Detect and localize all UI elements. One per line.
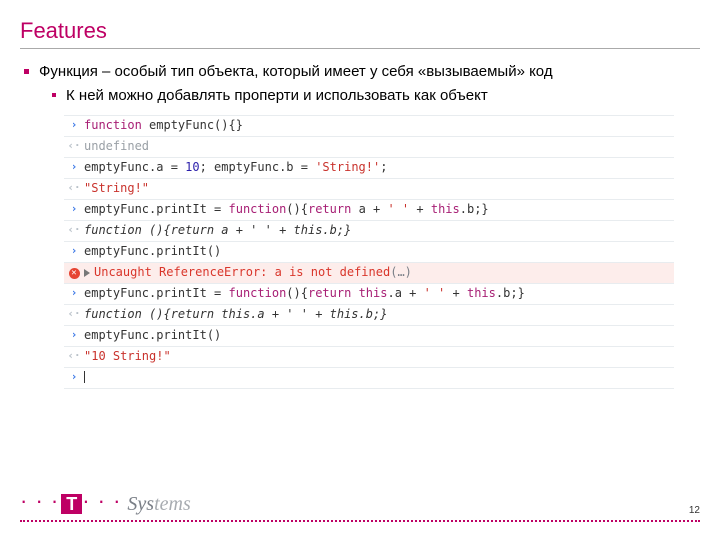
console-row-out: ‹·"String!" (64, 179, 674, 200)
console-line: emptyFunc.printIt() (84, 244, 670, 258)
logo-dots: · · · (20, 488, 59, 514)
footer: · · · T · · · Systems 12 (20, 510, 700, 522)
console-line (84, 370, 670, 384)
bullet-list: Функция – особый тип объекта, который им… (20, 61, 700, 107)
console-row-in: ›function emptyFunc(){} (64, 116, 674, 137)
console-line: emptyFunc.printIt = function(){return a … (84, 202, 670, 216)
console-row-out: ‹·function (){return this.a + ' ' + this… (64, 305, 674, 326)
console-line: "10 String!" (84, 349, 670, 363)
console-line: function (){return this.a + ' ' + this.b… (84, 307, 670, 321)
title-divider (20, 48, 700, 49)
logo: · · · T · · · Systems (20, 490, 191, 516)
prompt-in-icon: › (64, 118, 84, 131)
prompt-in-icon: › (64, 328, 84, 341)
console-line: undefined (84, 139, 670, 153)
console-row-prompt: › (64, 368, 674, 389)
console-output: ›function emptyFunc(){}‹·undefined›empty… (64, 115, 674, 389)
console-line: emptyFunc.a = 10; emptyFunc.b = 'String!… (84, 160, 670, 174)
console-line: "String!" (84, 181, 670, 195)
slide: Features Функция – особый тип объекта, к… (0, 0, 720, 540)
logo-t-icon: T (61, 494, 82, 514)
prompt-in-icon: › (64, 286, 84, 299)
prompt-in-icon: › (64, 202, 84, 215)
console-line: Uncaught ReferenceError: a is not define… (84, 265, 670, 279)
console-row-in: ›emptyFunc.printIt = function(){return a… (64, 200, 674, 221)
bullet-level-1: Функция – особый тип объекта, который им… (24, 61, 700, 83)
prompt-out-icon: ‹· (64, 139, 84, 152)
console-row-in: ›emptyFunc.printIt() (64, 326, 674, 347)
console-row-in: ›emptyFunc.printIt() (64, 242, 674, 263)
bullet-text: К ней можно добавлять проперти и использ… (66, 85, 488, 107)
console-row-out: ‹·function (){return a + ' ' + this.b;} (64, 221, 674, 242)
prompt-in-icon: › (64, 370, 84, 383)
logo-dots: · · · (82, 488, 121, 514)
console-line: emptyFunc.printIt = function(){return th… (84, 286, 670, 300)
console-row-out: ‹·"10 String!" (64, 347, 674, 368)
footer-dotted-line (20, 520, 700, 522)
logo-text: Systems (127, 493, 190, 516)
console-line: emptyFunc.printIt() (84, 328, 670, 342)
expand-triangle-icon (84, 269, 90, 277)
bullet-level-2: К ней можно добавлять проперти и использ… (52, 85, 700, 107)
bullet-marker-icon (52, 93, 56, 97)
console-line: function (){return a + ' ' + this.b;} (84, 223, 670, 237)
page-number: 12 (689, 505, 700, 516)
bullet-text: Функция – особый тип объекта, который им… (39, 61, 553, 83)
prompt-in-icon: › (64, 244, 84, 257)
prompt-out-icon: ‹· (64, 181, 84, 194)
console-row-in: ›emptyFunc.a = 10; emptyFunc.b = 'String… (64, 158, 674, 179)
prompt-out-icon: ‹· (64, 349, 84, 362)
page-title: Features (20, 18, 700, 44)
prompt-out-icon: ‹· (64, 223, 84, 236)
console-row-out: ‹·undefined (64, 137, 674, 158)
prompt-out-icon: ‹· (64, 307, 84, 320)
console-row-in: ›emptyFunc.printIt = function(){return t… (64, 284, 674, 305)
text-cursor-icon (84, 371, 85, 383)
bullet-marker-icon (24, 69, 29, 74)
console-row-err: ✕Uncaught ReferenceError: a is not defin… (64, 263, 674, 284)
console-line: function emptyFunc(){} (84, 118, 670, 132)
error-icon: ✕ (64, 265, 84, 279)
prompt-in-icon: › (64, 160, 84, 173)
